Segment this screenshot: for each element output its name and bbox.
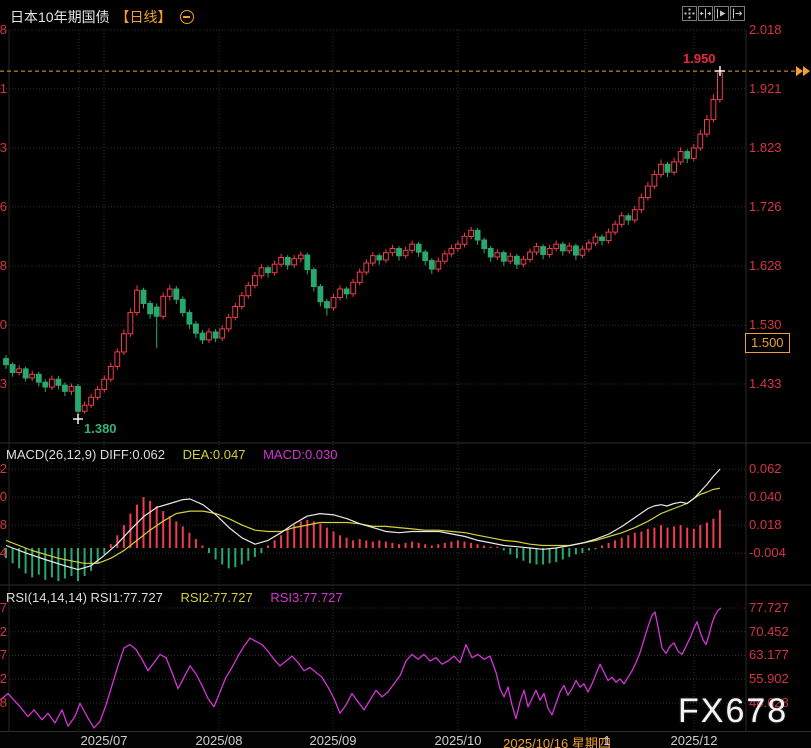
x-axis-label: 2025/07 (81, 733, 128, 748)
y-axis-scale-icon[interactable] (714, 6, 729, 21)
chart-window: 日本10年期国债 【日线】 MACD(26,12 (0, 0, 811, 748)
chart-canvas[interactable] (0, 0, 811, 748)
pan-tool-icon[interactable] (682, 6, 697, 21)
chart-title-bar: 日本10年期国债 【日线】 (10, 7, 194, 27)
rsi-header: RSI(14,14,14) RSI1:77.727 RSI2:77.727 RS… (6, 590, 343, 605)
rsi2-value: RSI2:77.727 (180, 590, 252, 605)
rsi3-value: RSI3:77.727 (270, 590, 342, 605)
rsi1-value: RSI(14,14,14) RSI1:77.727 (6, 590, 163, 605)
macd-diff-value: MACD(26,12,9) DIFF:0.062 (6, 447, 165, 462)
minus-glyph (183, 16, 190, 18)
x-axis-label: 2025/10 (435, 733, 482, 748)
x-axis-label: 2025/12 (671, 733, 718, 748)
x-axis-label: 2025/09 (310, 733, 357, 748)
scroll-right-icon[interactable] (730, 6, 745, 21)
macd-header: MACD(26,12,9) DIFF:0.062 DEA:0.047 MACD:… (6, 447, 338, 462)
timeframe-label[interactable]: 【日线】 (115, 9, 171, 25)
instrument-title: 日本10年期国债 (10, 9, 110, 25)
chart-toolbar (682, 6, 746, 21)
watermark: FX678 (678, 692, 788, 731)
x-axis-bar[interactable]: 2025/07 2025/08 2025/09 2025/10 2025/10/16 星… (0, 731, 811, 748)
macd-dea-value: DEA:0.047 (183, 447, 246, 462)
collapse-icon[interactable] (180, 10, 194, 24)
x-axis-label: 1 (603, 733, 610, 748)
x-axis-selected-date: 2025/10/16 星期四 (503, 733, 611, 748)
macd-macd-value: MACD:0.030 (263, 447, 337, 462)
x-axis-label: 2025/08 (196, 733, 243, 748)
x-axis-scale-icon[interactable] (698, 6, 713, 21)
